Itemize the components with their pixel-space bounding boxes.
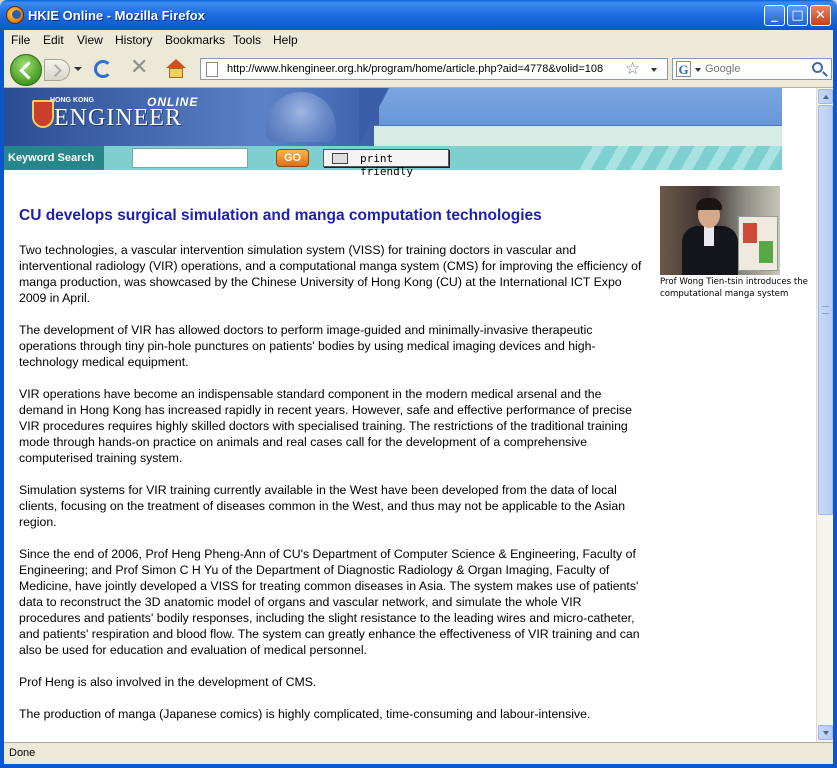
scroll-up-icon[interactable]	[818, 89, 833, 104]
article-photo	[660, 186, 780, 275]
site-logo[interactable]: ENGINEER	[54, 105, 182, 132]
article-paragraph: The development of VIR has allowed docto…	[19, 323, 596, 369]
url-dropdown-icon[interactable]	[651, 68, 657, 72]
article-paragraph: Prof Heng is also involved in the develo…	[19, 675, 317, 689]
history-dropdown-icon[interactable]	[74, 67, 82, 71]
keyword-search-input[interactable]	[132, 148, 248, 168]
menu-view[interactable]: View	[77, 33, 103, 47]
crest-icon	[32, 100, 54, 128]
scroll-thumb[interactable]	[818, 105, 833, 515]
hong-kong-label: HONG KONG	[50, 97, 94, 104]
title-bar: HKIE Online - Mozilla Firefox _ □ ✕	[0, 0, 837, 30]
article-paragraph: VIR operations have become an indispensa…	[19, 387, 632, 465]
site-banner: HONG KONG ONLINE ENGINEER	[4, 88, 782, 146]
google-icon[interactable]: G	[676, 61, 691, 77]
article-paragraph: The production of manga (Japanese comics…	[19, 707, 591, 721]
article-paragraph: Two technologies, a vascular interventio…	[19, 243, 642, 305]
address-bar[interactable]: http://www.hkengineer.org.hk/program/hom…	[200, 58, 668, 80]
back-button[interactable]	[10, 54, 42, 86]
bookmark-star-icon[interactable]: ☆	[625, 59, 640, 79]
menu-tools[interactable]: Tools	[233, 33, 261, 47]
window-title: HKIE Online - Mozilla Firefox	[28, 8, 205, 23]
reload-icon[interactable]	[94, 60, 112, 78]
search-icon[interactable]	[812, 62, 823, 73]
window-frame-bottom	[0, 764, 837, 768]
maximize-button[interactable]: □	[787, 5, 808, 26]
menu-bar: File Edit View History Bookmarks Tools H…	[4, 30, 833, 50]
printer-icon	[332, 153, 348, 164]
print-friendly-label: print friendly	[360, 152, 413, 178]
stop-icon[interactable]: ✕	[130, 57, 148, 79]
status-text: Done	[9, 747, 36, 759]
menu-history[interactable]: History	[115, 33, 152, 47]
search-engine-dropdown-icon[interactable]	[695, 68, 701, 72]
forward-button[interactable]	[44, 59, 70, 81]
article-body: Two technologies, a vascular interventio…	[19, 242, 644, 738]
status-bar: Done	[4, 742, 833, 764]
page-icon	[206, 62, 218, 77]
navigation-toolbar: ✕ http://www.hkengineer.org.hk/program/h…	[4, 50, 833, 88]
scroll-down-icon[interactable]	[818, 725, 833, 740]
go-button[interactable]: GO	[276, 149, 309, 167]
keyword-search-label: Keyword Search	[8, 152, 95, 164]
search-input[interactable]	[705, 61, 805, 77]
print-friendly-button[interactable]: print friendly	[323, 149, 449, 178]
photo-caption: Prof Wong Tien-tsin introduces the compu…	[660, 277, 808, 299]
menu-edit[interactable]: Edit	[43, 33, 64, 47]
article-paragraph: Since the end of 2006, Prof Heng Pheng-A…	[19, 547, 640, 657]
close-button[interactable]: ✕	[810, 5, 831, 26]
menu-help[interactable]: Help	[273, 33, 298, 47]
vertical-scrollbar[interactable]	[816, 88, 833, 742]
window-frame-right	[833, 30, 837, 766]
article-paragraph: Simulation systems for VIR training curr…	[19, 483, 626, 529]
firefox-icon	[6, 6, 24, 24]
minimize-button[interactable]: _	[764, 5, 785, 26]
search-bar[interactable]: G	[672, 58, 832, 80]
keyword-search-bar: Keyword Search GO print friendly	[4, 146, 782, 178]
menu-bookmarks[interactable]: Bookmarks	[165, 33, 225, 47]
page-content: HONG KONG ONLINE ENGINEER Keyword Search…	[4, 88, 816, 742]
url-text[interactable]: http://www.hkengineer.org.hk/program/hom…	[227, 63, 615, 75]
menu-file[interactable]: File	[11, 33, 30, 47]
home-icon[interactable]	[166, 59, 186, 79]
article-headline: CU develops surgical simulation and mang…	[19, 207, 542, 224]
